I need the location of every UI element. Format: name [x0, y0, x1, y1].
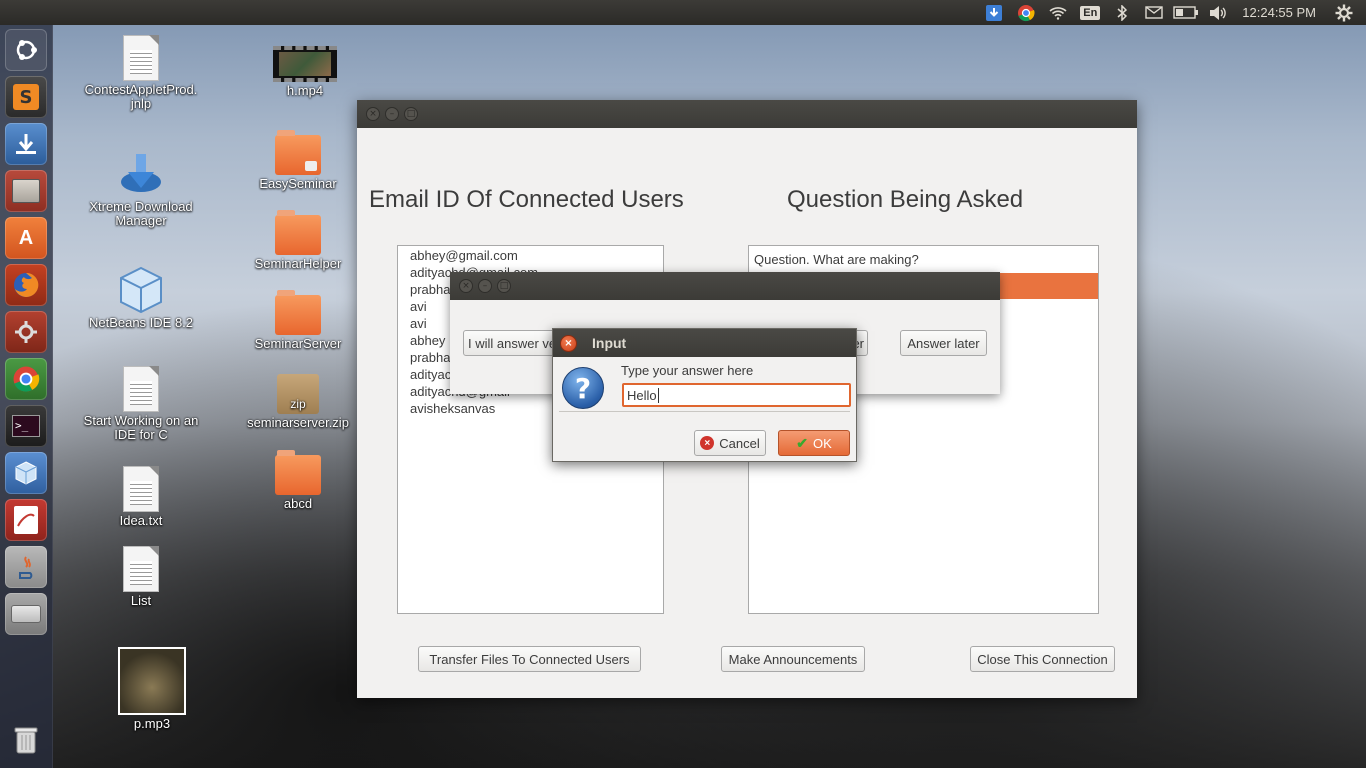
desktop-icon-seminarhelper[interactable]: SeminarHelper — [238, 210, 358, 271]
maximize-icon[interactable]: □ — [497, 279, 511, 293]
desktop-icon-ide-for-c[interactable]: Start Working on an IDE for C — [81, 366, 201, 442]
desktop-icon-seminarserver-zip[interactable]: zip seminarserver.zip — [238, 374, 358, 430]
answer-now-button[interactable]: I will answer ve — [463, 330, 563, 356]
desktop-icon-easyseminar[interactable]: EasySeminar — [238, 130, 358, 191]
list-item[interactable]: Question. What are making? — [749, 251, 1098, 268]
users-heading: Email ID Of Connected Users — [369, 186, 684, 213]
ubuntu-dash-icon[interactable] — [5, 29, 47, 71]
dialog-titlebar[interactable]: × – □ — [450, 272, 1000, 300]
mail-icon[interactable] — [1138, 0, 1170, 25]
ubuntu-software-icon[interactable]: A — [5, 217, 47, 259]
xtreme-download-manager-icon[interactable] — [5, 123, 47, 165]
launcher: S A >_ — [0, 25, 53, 768]
minimize-icon[interactable]: – — [385, 107, 399, 121]
firefox-icon[interactable] — [5, 264, 47, 306]
desktop-icon-contest-applet[interactable]: ContestAppletProd. jnlp — [81, 35, 201, 111]
locked-folder-icon — [275, 130, 321, 175]
disk-drive-icon[interactable] — [5, 593, 47, 635]
desktop-icon-seminarserver[interactable]: SeminarServer — [238, 290, 358, 351]
answer-input[interactable]: Hello — [622, 383, 851, 407]
answer-input-value: Hello — [627, 388, 657, 403]
window-titlebar[interactable]: × – □ — [357, 100, 1137, 128]
minimize-icon[interactable]: – — [478, 279, 492, 293]
audio-file-icon — [118, 647, 186, 715]
dialog-title: Input — [592, 335, 627, 351]
netbeans-icon[interactable] — [5, 452, 47, 494]
close-icon[interactable]: × — [366, 107, 380, 121]
questions-heading: Question Being Asked — [787, 186, 1024, 213]
text-file-icon — [123, 366, 159, 412]
jnlp-file-icon — [123, 35, 159, 81]
list-item[interactable]: abhey@gmail.com — [398, 247, 663, 264]
volume-icon[interactable] — [1202, 0, 1234, 25]
cancel-label: Cancel — [719, 435, 760, 451]
close-icon[interactable]: × — [560, 334, 577, 352]
chrome-icon[interactable] — [1010, 0, 1042, 25]
download-indicator-icon[interactable] — [978, 0, 1010, 25]
settings-gear-icon[interactable] — [1328, 0, 1360, 25]
desktop-icon-netbeans[interactable]: NetBeans IDE 8.2 — [81, 266, 201, 330]
desktop-icon-label: List — [130, 593, 152, 608]
wifi-icon[interactable] — [1042, 0, 1074, 25]
file-manager-icon[interactable] — [5, 170, 47, 212]
desktop-icon-label: Start Working on an IDE for C — [83, 413, 199, 442]
system-settings-icon[interactable] — [5, 311, 47, 353]
text-file-icon — [123, 546, 159, 592]
terminal-icon[interactable]: >_ — [5, 405, 47, 447]
ok-label: OK — [812, 435, 832, 451]
desktop-icon-idea-txt[interactable]: Idea.txt — [81, 466, 201, 528]
keyboard-lang-icon[interactable]: En — [1074, 0, 1106, 25]
desktop-icon-label: Idea.txt — [119, 513, 163, 528]
close-connection-button[interactable]: Close This Connection — [970, 646, 1115, 672]
desktop-icon-xdm[interactable]: Xtreme Download Manager — [81, 152, 201, 228]
dialog-titlebar[interactable]: × Input — [553, 329, 856, 357]
lang-indicator: En — [1080, 5, 1101, 20]
desktop-icon-label: ContestAppletProd. jnlp — [84, 82, 198, 111]
desktop-icon-label: NetBeans IDE 8.2 — [88, 315, 194, 330]
transfer-files-button[interactable]: Transfer Files To Connected Users — [418, 646, 641, 672]
close-icon[interactable]: × — [459, 279, 473, 293]
sublime-text-icon[interactable]: S — [5, 76, 47, 118]
folder-icon — [275, 210, 321, 255]
desktop-icon-label: abcd — [283, 496, 313, 511]
question-icon: ? — [562, 367, 604, 409]
dialog-separator — [559, 411, 850, 412]
answer-prompt: Type your answer here — [621, 363, 754, 378]
answer-later-button[interactable]: Answer later — [900, 330, 987, 356]
desktop-icon-label: SeminarServer — [254, 336, 342, 351]
cancel-icon: × — [700, 436, 715, 450]
battery-icon[interactable] — [1170, 0, 1202, 25]
text-file-icon — [123, 466, 159, 512]
checkmark-icon: ✔ — [796, 434, 808, 451]
bluetooth-icon[interactable] — [1106, 0, 1138, 25]
desktop-icon-label: h.mp4 — [286, 83, 324, 98]
maximize-icon[interactable]: □ — [404, 107, 418, 121]
cancel-button[interactable]: × Cancel — [694, 430, 766, 456]
trash-icon[interactable] — [5, 719, 47, 761]
desktop-icon-p-mp3[interactable]: p.mp3 — [92, 647, 212, 731]
make-announcements-button[interactable]: Make Announcements — [721, 646, 865, 672]
ok-button[interactable]: ✔ OK — [778, 430, 850, 456]
java-icon[interactable] — [5, 546, 47, 588]
document-viewer-icon[interactable] — [5, 499, 47, 541]
desktop-icon-h-mp4[interactable]: h.mp4 — [245, 46, 365, 98]
folder-icon — [275, 450, 321, 495]
chrome-launcher-icon[interactable] — [5, 358, 47, 400]
zip-badge: zip — [290, 397, 306, 411]
top-panel: En 12:24:55 PM — [0, 0, 1366, 25]
desktop-icon-label: Xtreme Download Manager — [89, 199, 193, 228]
desktop-icon-abcd[interactable]: abcd — [238, 450, 358, 511]
video-file-icon — [273, 46, 337, 82]
desktop-icon-label: SeminarHelper — [254, 256, 342, 271]
xtreme-download-manager-icon — [118, 152, 164, 198]
netbeans-icon — [118, 266, 164, 314]
input-dialog: × Input ? Type your answer here Hello × … — [552, 328, 857, 462]
clock[interactable]: 12:24:55 PM — [1234, 5, 1328, 20]
desktop-icon-label: p.mp3 — [133, 716, 171, 731]
desktop-icon-list[interactable]: List — [81, 546, 201, 608]
zip-archive-icon: zip — [277, 374, 319, 414]
desktop-icon-label: EasySeminar — [259, 176, 337, 191]
desktop-icon-label: seminarserver.zip — [247, 415, 349, 430]
folder-icon — [275, 290, 321, 335]
